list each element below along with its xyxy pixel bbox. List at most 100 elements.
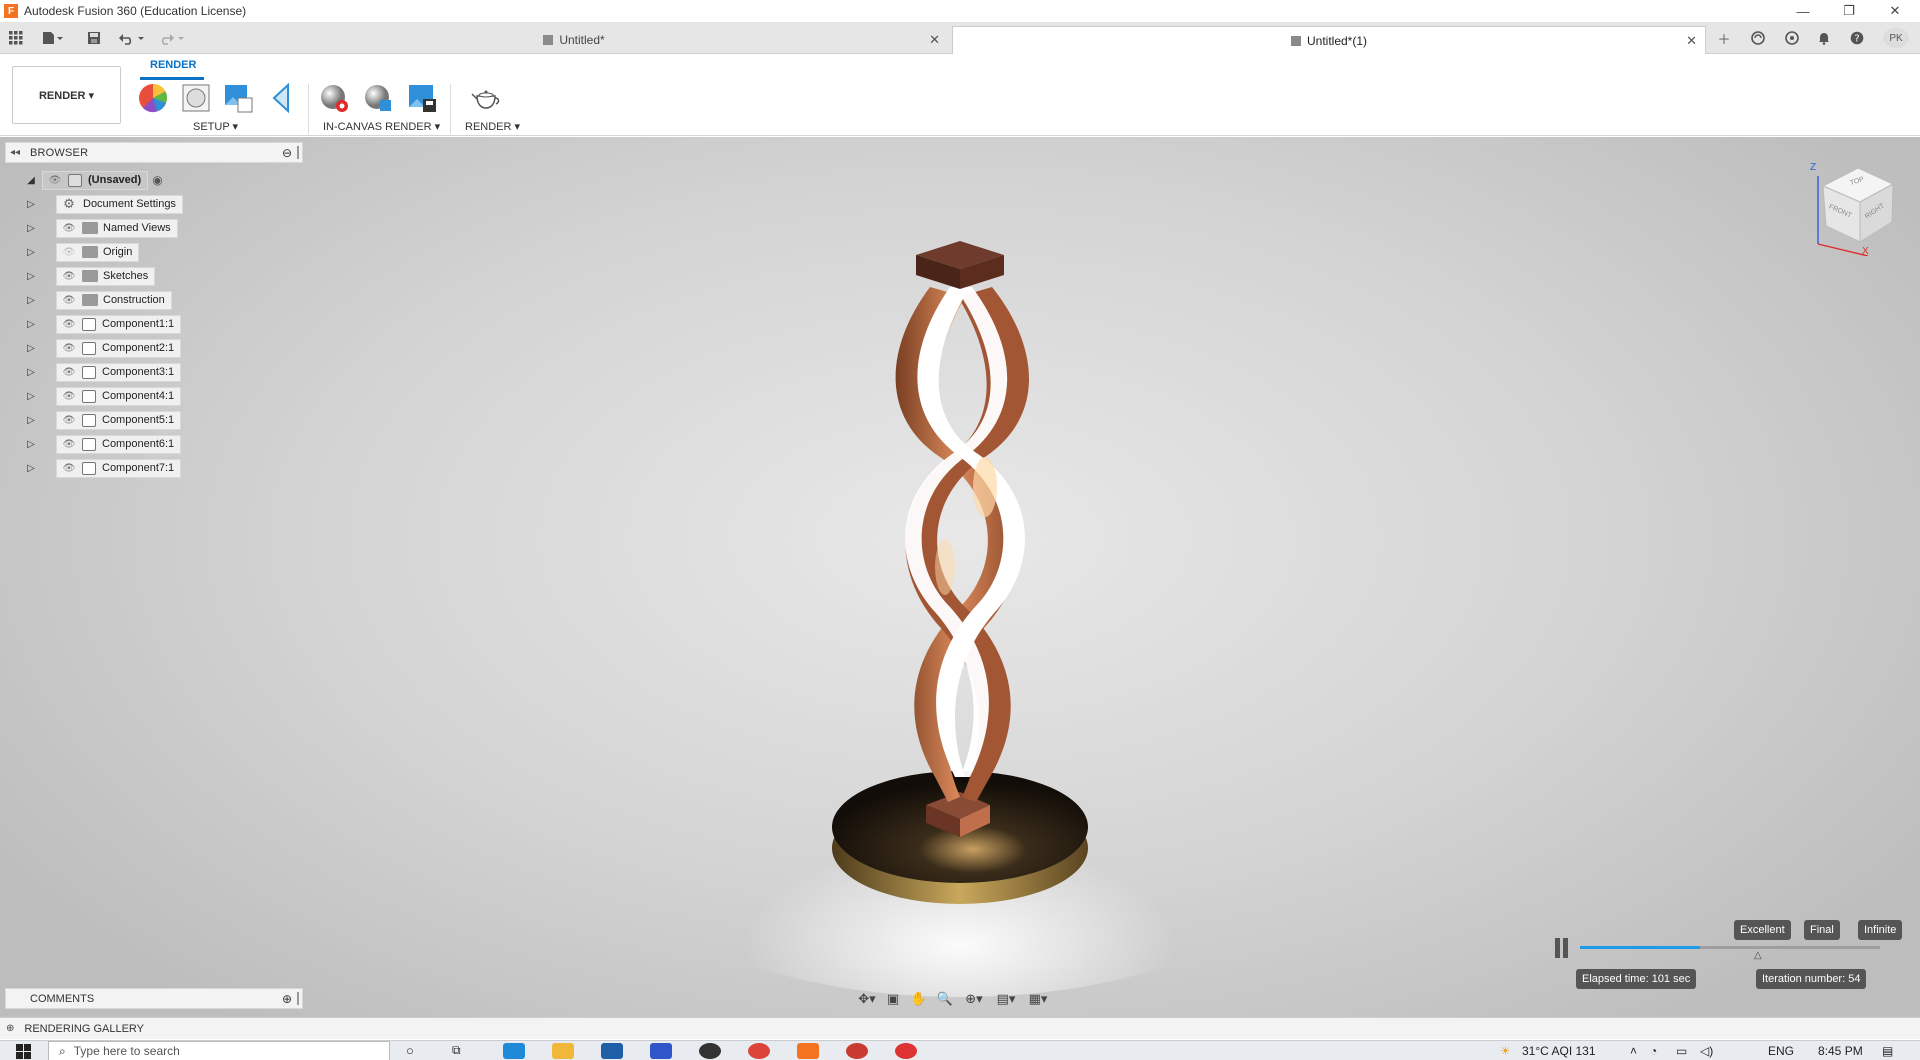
appearance-icon[interactable] bbox=[137, 82, 169, 114]
orbit-icon[interactable]: ✥▾ bbox=[854, 989, 880, 1009]
display-settings-icon[interactable]: ▤▾ bbox=[990, 989, 1022, 1009]
tab-render[interactable]: RENDER bbox=[150, 59, 196, 71]
tree-expand-icon[interactable]: ▷ bbox=[24, 197, 38, 211]
texture-map-icon[interactable] bbox=[222, 82, 254, 114]
tree-expand-icon[interactable]: ▷ bbox=[24, 365, 38, 379]
browser-item-component6-1[interactable]: ▷ 👁 Component6:1 bbox=[24, 434, 182, 454]
browser-item-origin[interactable]: ▷ 👁 Origin bbox=[24, 242, 140, 262]
canvas-viewport[interactable] bbox=[0, 137, 1920, 1028]
tree-expand-icon[interactable]: ▷ bbox=[24, 389, 38, 403]
pan-hand-icon[interactable]: ✋ bbox=[906, 989, 932, 1009]
apps-grid-icon[interactable] bbox=[6, 28, 26, 48]
eye-icon[interactable]: 👁 bbox=[61, 222, 77, 234]
eye-icon[interactable]: 👁 bbox=[61, 318, 77, 330]
browser-item-component4-1[interactable]: ▷ 👁 Component4:1 bbox=[24, 386, 182, 406]
eye-icon[interactable]: 👁 bbox=[47, 174, 63, 186]
eye-icon[interactable]: 👁 bbox=[61, 270, 77, 282]
fusion-taskbar-icon[interactable] bbox=[797, 1043, 819, 1059]
grid-settings-icon[interactable]: ▦▾ bbox=[1022, 989, 1054, 1009]
tree-expand-icon[interactable]: ▷ bbox=[24, 245, 38, 259]
help-icon[interactable]: ? bbox=[1846, 28, 1868, 48]
tree-expand-icon[interactable]: ▷ bbox=[24, 221, 38, 235]
browser-item-sketches[interactable]: ▷ 👁 Sketches bbox=[24, 266, 156, 286]
tab-untitled[interactable]: Untitled* ✕ bbox=[200, 26, 948, 54]
tab-untitled-1[interactable]: Untitled*(1) ✕ bbox=[952, 26, 1706, 54]
tree-expand-icon[interactable]: ▷ bbox=[24, 269, 38, 283]
close-tab-icon[interactable]: ✕ bbox=[929, 32, 940, 48]
rendering-gallery-bar[interactable]: ⊕ RENDERING GALLERY bbox=[0, 1017, 1920, 1039]
group-render[interactable]: RENDER ▾ bbox=[465, 120, 520, 133]
windows-start-icon[interactable] bbox=[16, 1044, 32, 1060]
in-canvas-settings-icon[interactable] bbox=[362, 82, 394, 114]
mail-app-icon[interactable] bbox=[601, 1043, 623, 1059]
render-teapot-icon[interactable] bbox=[470, 82, 502, 114]
tree-expand-icon[interactable]: ▷ bbox=[24, 341, 38, 355]
capture-image-icon[interactable] bbox=[406, 82, 438, 114]
browser-item-component3-1[interactable]: ▷ 👁 Component3:1 bbox=[24, 362, 182, 382]
eye-icon[interactable]: 👁 bbox=[61, 438, 77, 450]
notification-center-icon[interactable]: ▤ bbox=[1882, 1044, 1893, 1058]
viewcube[interactable]: Z X TOP FRONT RIGHT bbox=[1808, 160, 1898, 257]
in-canvas-render-icon[interactable] bbox=[318, 82, 350, 114]
pause-render-button[interactable] bbox=[1555, 938, 1573, 958]
edge-browser-icon[interactable] bbox=[503, 1043, 525, 1059]
comments-panel-header[interactable]: COMMENTS ⊕ bbox=[5, 988, 303, 1009]
eye-icon[interactable]: 👁 bbox=[61, 294, 77, 306]
tree-expand-icon[interactable]: ▷ bbox=[24, 437, 38, 451]
panel-resize-handle[interactable] bbox=[297, 146, 299, 159]
add-comment-icon[interactable]: ⊕ bbox=[282, 992, 292, 1006]
eye-hidden-icon[interactable]: 👁 bbox=[61, 246, 77, 258]
quality-excellent-button[interactable]: Excellent bbox=[1734, 920, 1791, 940]
scene-settings-icon[interactable] bbox=[180, 82, 212, 114]
restore-button[interactable]: ❐ bbox=[1826, 0, 1872, 22]
user-avatar[interactable]: PK bbox=[1883, 28, 1909, 48]
browser-item-component7-1[interactable]: ▷ 👁 Component7:1 bbox=[24, 458, 182, 478]
decal-icon[interactable] bbox=[266, 82, 298, 114]
task-view-icon[interactable]: ⧉ bbox=[452, 1043, 474, 1059]
close-tab-icon[interactable]: ✕ bbox=[1686, 33, 1697, 49]
quality-infinite-button[interactable]: Infinite bbox=[1858, 920, 1903, 940]
browser-root[interactable]: ◢ 👁 (Unsaved) ◉ bbox=[24, 170, 163, 190]
tree-collapse-icon[interactable]: ◢ bbox=[24, 173, 38, 187]
eye-icon[interactable]: 👁 bbox=[61, 390, 77, 402]
browser-item-component2-1[interactable]: ▷ 👁 Component2:1 bbox=[24, 338, 182, 358]
browser-panel-header[interactable]: ◂◂ BROWSER ⊖ bbox=[5, 142, 303, 163]
file-menu-icon[interactable] bbox=[38, 28, 68, 48]
eye-icon[interactable]: 👁 bbox=[61, 462, 77, 474]
notifications-bell-icon[interactable] bbox=[1813, 28, 1835, 48]
dev-app-icon[interactable] bbox=[650, 1043, 672, 1059]
quality-slider-marker[interactable]: △ bbox=[1754, 950, 1762, 961]
new-tab-icon[interactable]: ＋ bbox=[1713, 28, 1735, 48]
tree-expand-icon[interactable]: ▷ bbox=[24, 317, 38, 331]
minimize-button[interactable]: — bbox=[1780, 0, 1826, 22]
volume-icon[interactable]: ◁) bbox=[1700, 1044, 1713, 1058]
eye-icon[interactable]: 👁 bbox=[61, 366, 77, 378]
browser-item-component5-1[interactable]: ▷ 👁 Component5:1 bbox=[24, 410, 182, 430]
zoom-icon[interactable]: 🔍 bbox=[932, 989, 958, 1009]
gallery-toggle-icon[interactable]: ⊕ bbox=[6, 1023, 14, 1034]
job-status-icon[interactable] bbox=[1781, 28, 1803, 48]
tree-expand-icon[interactable]: ▷ bbox=[24, 293, 38, 307]
cortana-icon[interactable]: ○ bbox=[406, 1043, 428, 1059]
tree-expand-icon[interactable]: ▷ bbox=[24, 413, 38, 427]
media-app-icon[interactable] bbox=[699, 1043, 721, 1059]
tray-arrow-icon[interactable]: ˄ bbox=[1630, 1044, 1637, 1058]
language-indicator[interactable]: ENG bbox=[1768, 1044, 1794, 1058]
look-at-icon[interactable]: ▣ bbox=[880, 989, 906, 1009]
browser-item-component1-1[interactable]: ▷ 👁 Component1:1 bbox=[24, 314, 182, 334]
workspace-switcher[interactable]: RENDER ▾ bbox=[12, 66, 121, 124]
quality-final-button[interactable]: Final bbox=[1804, 920, 1840, 940]
collapse-panel-icon[interactable]: ◂◂ bbox=[10, 147, 20, 158]
undo-icon[interactable] bbox=[116, 28, 148, 48]
browser-item-named-views[interactable]: ▷ 👁 Named Views bbox=[24, 218, 178, 238]
taskbar-search-box[interactable]: ⌕ Type here to search bbox=[48, 1041, 390, 1060]
save-icon[interactable] bbox=[84, 28, 104, 48]
browser-minimize-icon[interactable]: ⊖ bbox=[282, 146, 292, 160]
tree-expand-icon[interactable]: ▷ bbox=[24, 461, 38, 475]
battery-icon[interactable]: ▭ bbox=[1676, 1044, 1687, 1058]
weather-text[interactable]: 31°C AQI 131 bbox=[1522, 1044, 1596, 1058]
group-in-canvas-render[interactable]: IN-CANVAS RENDER ▾ bbox=[323, 120, 440, 133]
clock-time[interactable]: 8:45 PM bbox=[1818, 1044, 1863, 1058]
file-explorer-icon[interactable] bbox=[552, 1043, 574, 1059]
eye-icon[interactable]: 👁 bbox=[61, 414, 77, 426]
